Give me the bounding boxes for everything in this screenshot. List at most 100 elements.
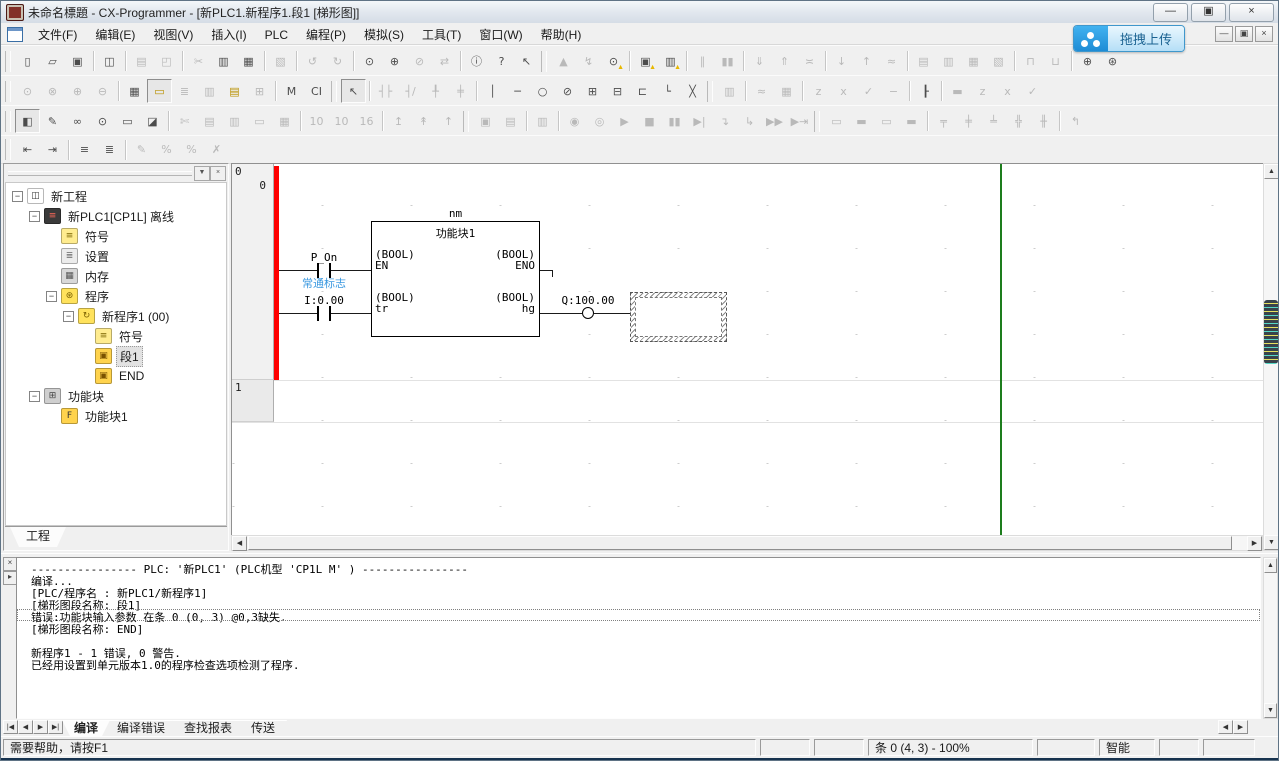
menu-simulation[interactable]: 模拟(S) [355,23,413,44]
output-line-9[interactable]: 已经用设置到单元版本1.0的程序检查选项检测了程序. [17,657,1260,669]
partial-upload-button[interactable]: ↑ [854,49,879,73]
style-percent-2-button[interactable]: % [179,138,204,162]
tree-item-symbols[interactable]: −≡符号 [6,226,226,246]
monitor-badge-button[interactable]: ▥ [530,109,555,133]
output-line-5[interactable]: 错误:功能块输入参数 在条 0 (0, 3) @0,3缺失. [17,609,1260,621]
tree-item-function-blocks[interactable]: −⊞功能块 [6,386,226,406]
tree-item-programs[interactable]: −⊛程序 [6,286,226,306]
tab-next-button[interactable]: ▶ [33,720,48,734]
connect-line-button[interactable]: └ [655,79,680,103]
step-in-button[interactable]: ↴ [712,109,737,133]
save-button[interactable]: ▣ [65,49,90,73]
contact2-symbol[interactable] [317,306,319,321]
output-log[interactable]: ---------------- PLC: '新PLC1' (PLC机型 'CP… [16,557,1261,719]
output-line-3[interactable]: [PLC/程序名 : 新PLC1/新程序1] [17,585,1260,597]
mdi-close-button[interactable]: × [1255,26,1273,42]
cross-reference-button[interactable]: ▧ [986,49,1011,73]
output-tab-compile[interactable]: 编译 [62,720,110,736]
show-grid-button[interactable]: ▦ [122,79,147,103]
previous-reference-button[interactable]: ⇤ [15,138,40,162]
restore-button[interactable]: ▣ [1191,3,1226,22]
watch-window-button[interactable]: ▦ [961,49,986,73]
output-line-8[interactable]: 新程序1 - 1 错误, 0 警告. [17,645,1260,657]
tree-label-function-block1[interactable]: 功能块1 [82,407,131,426]
menu-file[interactable]: 文件(F) [29,23,86,44]
child-window-icon[interactable] [7,27,23,42]
scroll-left-icon[interactable]: ◀ [232,536,247,551]
ladder-editor[interactable]: 0 0 1 P_On 常通标志 I:0.00 nm 功能块1 (BOOL) EN… [231,163,1264,536]
tree-label-section1[interactable]: 段1 [116,346,143,367]
tree-item-settings[interactable]: −≣设置 [6,246,226,266]
new-closed-contact-button[interactable]: ┤/ [398,79,423,103]
undo-button[interactable]: ↺ [300,49,325,73]
rung1-margin[interactable]: 1 [232,380,274,422]
find-button[interactable]: ⊙ [357,49,382,73]
tab-last-button[interactable]: ▶| [48,720,63,734]
new-view-window-button[interactable]: ▭ [115,109,140,133]
toolbar-grip[interactable] [541,51,547,72]
view-glasses-button[interactable]: ∞ [65,109,90,133]
force-off-button[interactable]: ↟ [411,109,436,133]
properties-button[interactable]: ◪ [140,109,165,133]
watch-comment-1-button[interactable]: ▭ [824,109,849,133]
menu-tools[interactable]: 工具(T) [413,23,470,44]
tab-first-button[interactable]: |◀ [3,720,18,734]
contact1-label[interactable]: P_On [296,251,352,264]
toggle-project-window-button[interactable]: ◧ [15,109,40,133]
new-or-contact-button[interactable]: ╀ [423,79,448,103]
ladder-hscrollbar[interactable]: ◀ ▶ [231,535,1263,551]
continuous-step-button[interactable]: ▶▶ [762,109,787,133]
watch-tool-button[interactable]: ✎ [40,109,65,133]
output-coil[interactable] [582,307,594,319]
block-view-button[interactable]: ▬ [945,79,970,103]
tree-item-program1[interactable]: −↻新程序1 (00) [6,306,226,326]
tree-label-symbols[interactable]: 符号 [82,227,112,246]
diff-down-button[interactable]: ╧ [981,109,1006,133]
tree-label-program1[interactable]: 新程序1 (00) [99,307,172,326]
delete-line-button[interactable]: ╳ [680,79,705,103]
output-line-7[interactable] [17,633,1260,645]
toolbar-grip[interactable] [5,81,11,102]
style-pen-button[interactable]: ✎ [129,138,154,162]
diff-set-button[interactable]: ╤ [931,109,956,133]
menu-help[interactable]: 帮助(H) [532,23,591,44]
new-closed-instruction-button[interactable]: ⊟ [605,79,630,103]
output-scroll-right-icon[interactable]: ▶ [1233,720,1248,734]
memory-z-button[interactable]: z [970,79,995,103]
monitor-chart-button[interactable]: ⊙ [90,109,115,133]
sim-pause-button[interactable]: ▮▮ [662,109,687,133]
close-button[interactable]: × [1229,3,1274,22]
partial-download-button[interactable]: ↓ [829,49,854,73]
force-on-button[interactable]: ↥ [386,109,411,133]
paste-button[interactable]: ▦ [236,49,261,73]
fb-pin-eno[interactable]: ENO [371,259,535,272]
cut-block-button[interactable]: ✄ [172,109,197,133]
menu-window[interactable]: 窗口(W) [470,23,531,44]
output-expand-button[interactable]: ▸ [3,571,17,585]
scroll-right-icon[interactable]: ▶ [1247,536,1262,551]
mdi-minimize-button[interactable]: — [1215,26,1233,42]
coil-label[interactable]: Q:100.00 [552,294,624,307]
diff-both-button[interactable]: ╬ [1006,109,1031,133]
layered-view-button[interactable]: ≈ [749,79,774,103]
memory-x-button[interactable]: x [995,79,1020,103]
new-instruction-button[interactable]: ⊞ [580,79,605,103]
new-file-button[interactable]: ▯ [15,49,40,73]
tree-label-function-blocks[interactable]: 功能块 [65,387,107,406]
find-next-button[interactable]: ⊘ [407,49,432,73]
tree-label-program1-symbols[interactable]: 符号 [116,327,146,346]
hscroll-thumb[interactable] [248,536,1232,550]
ladder-vscrollbar[interactable]: ▲ ▼ [1263,163,1279,551]
transfer-window-1-button[interactable]: ▣ [473,109,498,133]
toolbar-grip[interactable] [331,81,337,102]
toolbar-grip[interactable] [5,139,11,160]
select-mode-button[interactable]: ↖ [341,79,366,103]
online-edit-button[interactable]: ▣▲ [633,49,658,73]
find-symbol-button[interactable]: ⊕ [382,49,407,73]
toolbar-grip[interactable] [707,81,713,102]
contact1-comment[interactable]: 常通标志 [288,275,360,291]
toolbar-grip[interactable] [463,111,469,132]
program-block-button[interactable]: ▥ [717,79,742,103]
step-run-button[interactable]: ▶| [687,109,712,133]
diff-up-button[interactable]: ╪ [956,109,981,133]
